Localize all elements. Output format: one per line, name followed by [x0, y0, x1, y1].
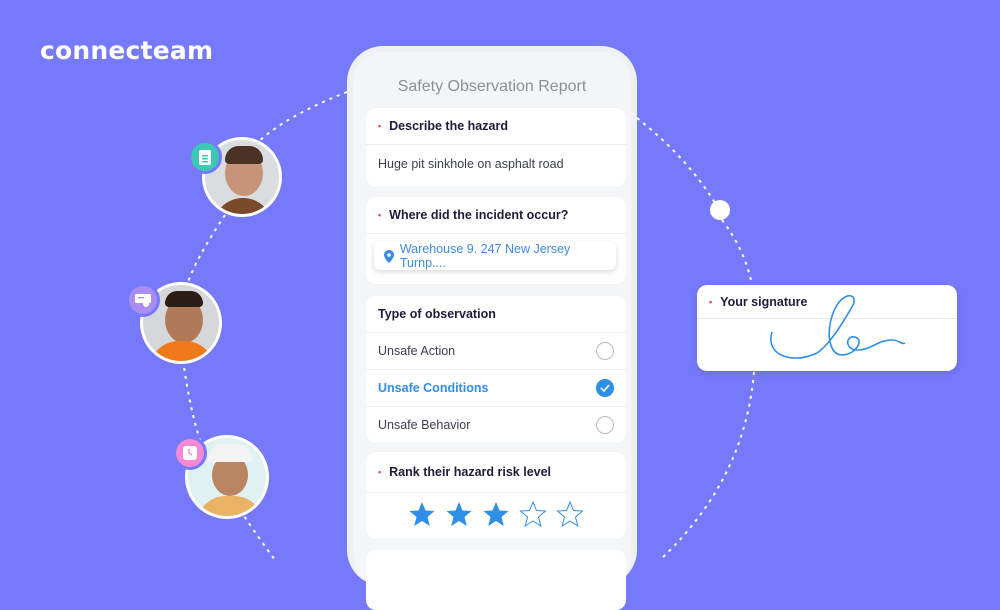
risk-level-card: • Rank their hazard risk level	[366, 452, 626, 538]
connecteam-logo: connecteam	[40, 36, 214, 65]
risk-label: Rank their hazard risk level	[389, 465, 552, 479]
signature-drawing[interactable]	[697, 285, 957, 371]
star-filled-icon[interactable]	[482, 501, 510, 527]
option-unsafe-action[interactable]: Unsafe Action	[366, 332, 626, 369]
star-rating[interactable]	[366, 493, 626, 535]
phone-mockup: Safety Observation Report • Describe the…	[347, 46, 637, 610]
hazard-label: Describe the hazard	[389, 119, 508, 133]
certificate-icon	[126, 283, 160, 317]
next-card	[366, 550, 626, 610]
star-filled-icon[interactable]	[445, 501, 473, 527]
location-field[interactable]: Warehouse 9. 247 New Jersey Turnp....	[374, 242, 616, 270]
star-empty-icon[interactable]	[556, 501, 584, 527]
required-marker: •	[378, 467, 382, 477]
radio-unchecked[interactable]	[596, 342, 614, 360]
location-value: Warehouse 9. 247 New Jersey Turnp....	[399, 242, 571, 270]
hazard-card: • Describe the hazard Huge pit sinkhole …	[366, 108, 626, 186]
map-pin-icon	[384, 249, 394, 263]
clock-icon	[173, 436, 207, 470]
option-unsafe-conditions[interactable]: Unsafe Conditions	[366, 369, 626, 406]
path-node	[710, 200, 730, 220]
star-filled-icon[interactable]	[408, 501, 436, 527]
observation-type-card: Type of observation Unsafe Action Unsafe…	[366, 296, 626, 442]
document-icon	[188, 140, 222, 174]
location-card: • Where did the incident occur? Warehous…	[366, 197, 626, 284]
signature-card: • Your signature	[697, 285, 957, 371]
checkmark-icon[interactable]	[596, 379, 614, 397]
hazard-input[interactable]: Huge pit sinkhole on asphalt road	[366, 145, 626, 183]
form-title: Safety Observation Report	[397, 78, 587, 95]
required-marker: •	[378, 210, 382, 220]
required-marker: •	[378, 121, 382, 131]
location-label: Where did the incident occur?	[389, 208, 569, 222]
observation-type-label: Type of observation	[378, 307, 496, 321]
option-unsafe-behavior[interactable]: Unsafe Behavior	[366, 406, 626, 443]
radio-unchecked[interactable]	[596, 416, 614, 434]
star-empty-icon[interactable]	[519, 501, 547, 527]
